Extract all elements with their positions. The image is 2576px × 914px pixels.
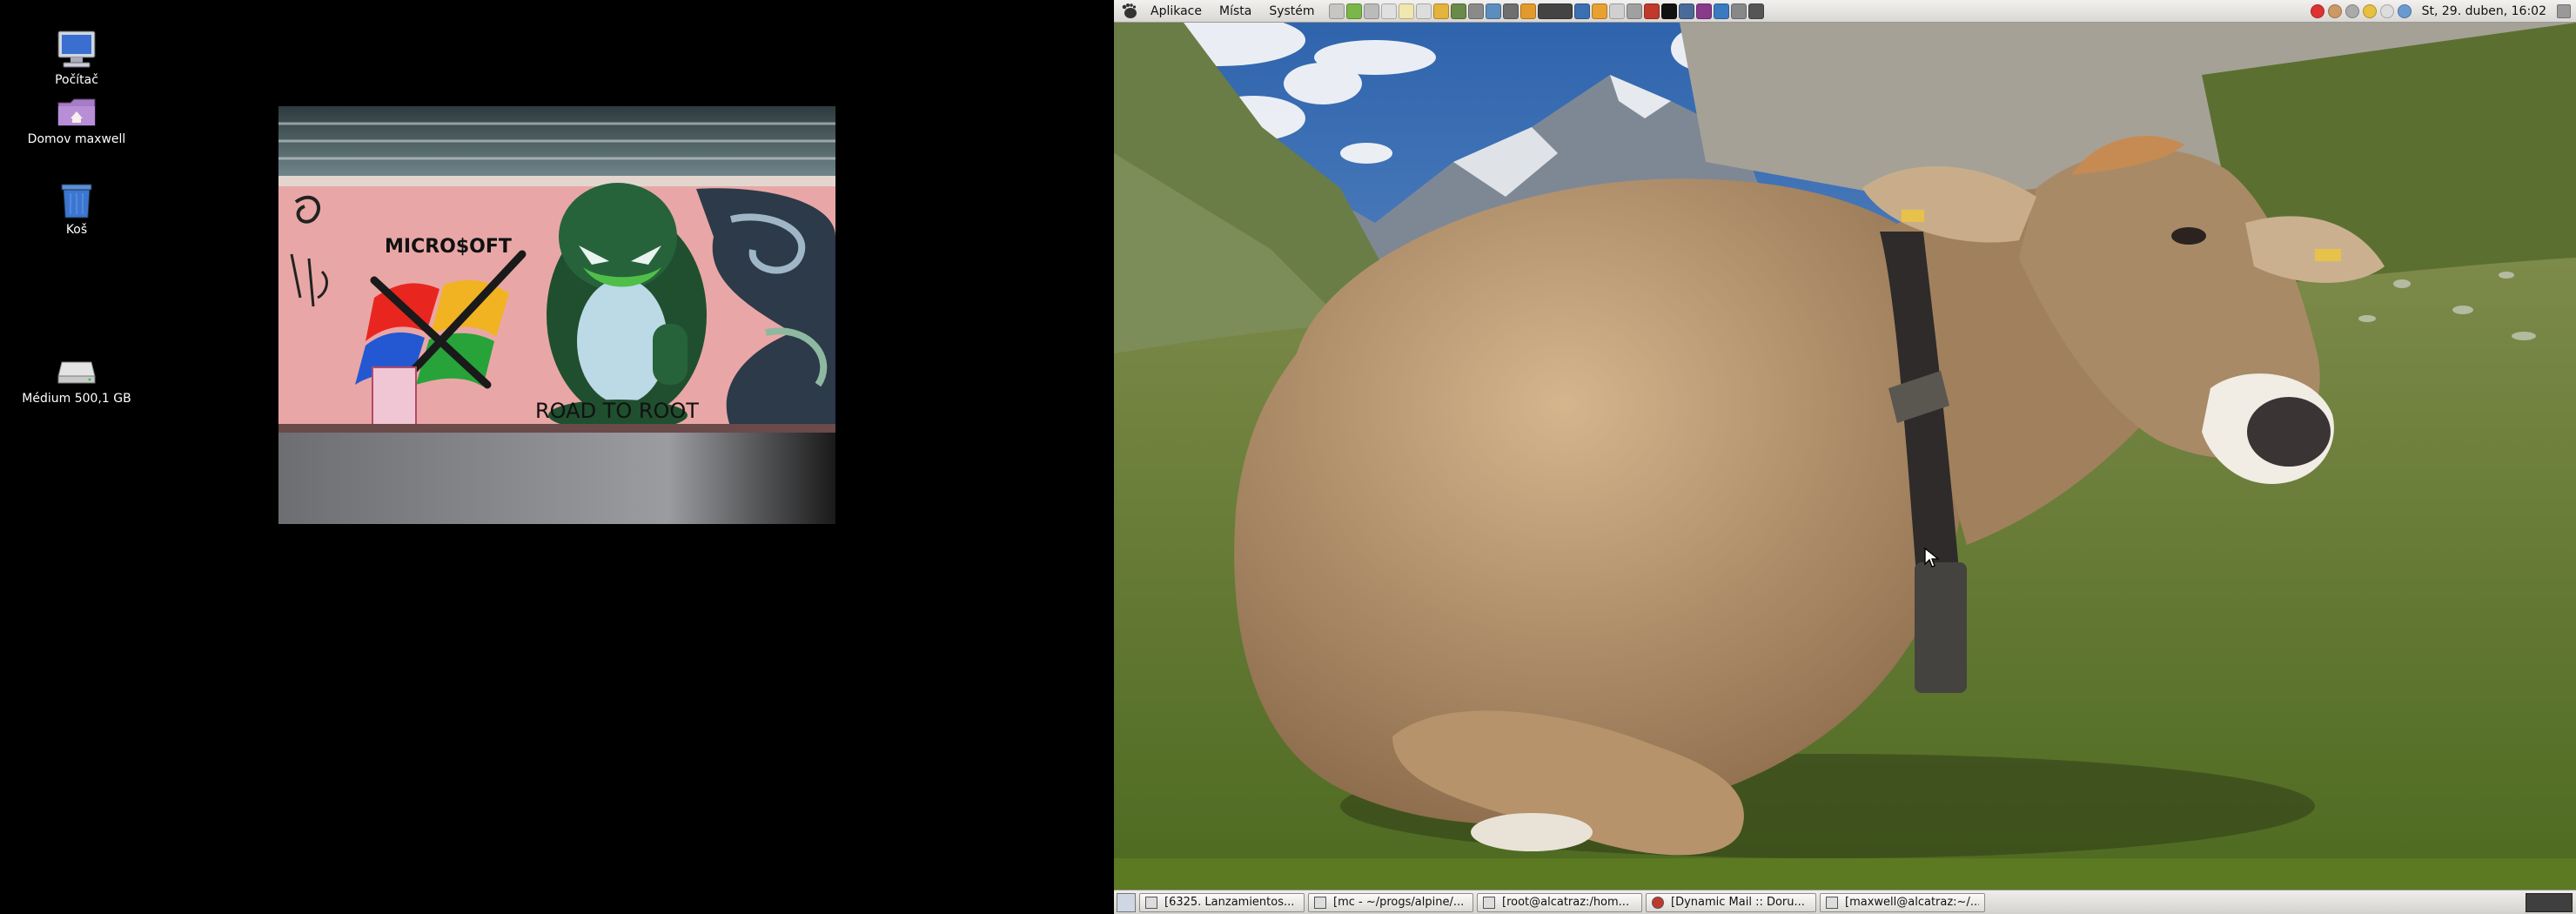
desktop-icon-drive[interactable]: Médium 500,1 GB [11, 357, 142, 406]
launcher-icon[interactable] [1537, 3, 1573, 19]
terminal-icon [1826, 896, 1838, 909]
cow-wallpaper [1114, 23, 2576, 890]
clock[interactable]: St, 29. duben, 16:02 [2415, 4, 2553, 18]
launcher-icon[interactable] [1328, 3, 1345, 19]
mouse-cursor-icon [1924, 547, 1940, 568]
launcher-icon[interactable] [1467, 3, 1484, 19]
launcher-icon[interactable] [1345, 3, 1362, 19]
launcher-icon[interactable] [1660, 3, 1677, 19]
launcher-icon[interactable] [1608, 3, 1625, 19]
desktop-icon-label: Počítač [55, 73, 98, 87]
launcher-icon[interactable] [1502, 3, 1519, 19]
menu-places[interactable]: Místa [1211, 0, 1260, 23]
tray-icon[interactable] [2327, 3, 2342, 18]
launcher-icon[interactable] [1626, 3, 1642, 19]
top-panel: Aplikace Místa Systém St, 29. duben, 16:… [1114, 0, 2576, 23]
launcher-icon[interactable] [1695, 3, 1712, 19]
launcher-icon[interactable] [1432, 3, 1449, 19]
launcher-icon[interactable] [1398, 3, 1414, 19]
home-folder-icon [57, 98, 96, 126]
tray-icon[interactable] [2397, 3, 2412, 18]
user-switcher-icon[interactable] [2557, 3, 2571, 18]
taskbar-button[interactable]: [6325. Lanzamientos... [1139, 892, 1305, 912]
desktop-icon-label: Médium 500,1 GB [22, 392, 131, 406]
trash-icon [61, 184, 92, 218]
workspace-switcher[interactable] [2526, 892, 2573, 912]
taskbar-button[interactable]: [Dynamic Mail :: Doru... [1646, 892, 1816, 912]
window-icon [1145, 896, 1157, 909]
terminal-icon [1314, 896, 1326, 909]
launcher-icon[interactable] [1415, 3, 1432, 19]
notification-area: St, 29. duben, 16:02 [2310, 3, 2576, 18]
tray-icon[interactable] [2362, 3, 2377, 18]
desktop-icon-label: Koš [65, 223, 88, 237]
desktop-icon-home[interactable]: Domov maxwell [11, 94, 142, 146]
launcher-icon[interactable] [1485, 3, 1501, 19]
launcher-icon[interactable] [1713, 3, 1729, 19]
taskbar-button-label: [6325. Lanzamientos... [1164, 896, 1295, 909]
terminal-icon [1483, 896, 1495, 909]
launcher-icon[interactable] [1519, 3, 1536, 19]
taskbar-button-label: [root@alcatraz:/hom... [1502, 896, 1630, 909]
graffiti-tag: ROAD TO ROOT [535, 399, 699, 423]
tray-icon[interactable] [2345, 3, 2359, 18]
taskbar-button-label: [maxwell@alcatraz:~/... [1845, 896, 1979, 909]
desktop-icon-trash[interactable]: Koš [11, 179, 142, 237]
mail-browser-icon [1652, 896, 1664, 909]
tray-icon[interactable] [2379, 3, 2394, 18]
launcher-icon[interactable] [1678, 3, 1694, 19]
launcher-icon[interactable] [1380, 3, 1397, 19]
hard-drive-icon [57, 361, 96, 384]
menu-system[interactable]: Systém [1260, 0, 1323, 23]
launcher-icon[interactable] [1643, 3, 1660, 19]
taskbar-button[interactable]: [root@alcatraz:/hom... [1477, 892, 1642, 912]
right-desktop: Aplikace Místa Systém St, 29. duben, 16:… [1114, 0, 2576, 914]
bottom-panel: [6325. Lanzamientos... [mc - ~/progs/alp… [1114, 890, 2576, 914]
launcher-icon[interactable] [1591, 3, 1607, 19]
desktop-icon-computer[interactable]: Počítač [11, 30, 142, 87]
show-desktop-icon[interactable] [1117, 892, 1136, 912]
gnome-foot-icon[interactable] [1119, 2, 1138, 21]
launcher-icon[interactable] [1450, 3, 1466, 19]
menu-applications[interactable]: Aplikace [1142, 0, 1211, 23]
graffiti-photo: MICRO$OFT ROAD TO ROOT [278, 106, 835, 524]
taskbar-button-label: [Dynamic Mail :: Doru... [1671, 896, 1805, 909]
launcher-icon[interactable] [1748, 3, 1764, 19]
taskbar-button[interactable]: [maxwell@alcatraz:~/... [1820, 892, 1985, 912]
launcher-group [1328, 3, 1764, 19]
launcher-icon[interactable] [1573, 3, 1590, 19]
left-desktop: Počítač Domov maxwell Koš Médium 500,1 G… [0, 0, 1114, 914]
launcher-icon[interactable] [1730, 3, 1747, 19]
launcher-icon[interactable] [1363, 3, 1379, 19]
taskbar-button[interactable]: [mc - ~/progs/alpine/... [1308, 892, 1473, 912]
graffiti-brand: MICRO$OFT [385, 236, 512, 258]
computer-icon [57, 30, 96, 68]
desktop-icon-label: Domov maxwell [27, 132, 126, 146]
tray-icon[interactable] [2310, 3, 2324, 18]
taskbar-button-label: [mc - ~/progs/alpine/... [1333, 896, 1465, 909]
